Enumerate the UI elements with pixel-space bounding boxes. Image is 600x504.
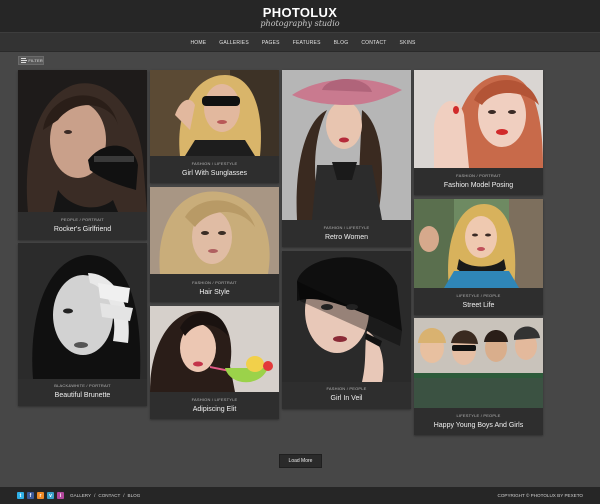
item-category: FASHION / PORTRAIT [192,280,237,285]
nav-item-home[interactable]: HOME [190,40,206,46]
footer-link-contact[interactable]: CONTACT [98,493,120,498]
photo-hair-style [150,187,279,274]
vimeo-icon[interactable]: v [47,492,54,499]
load-more-button[interactable]: Load More [279,454,322,468]
photo-happy-young-boys-and-girls [414,318,543,408]
nav-item-galleries[interactable]: GALLERIES [219,40,249,46]
item-title[interactable]: Girl In Veil [282,395,411,402]
item-title[interactable]: Retro Women [282,234,411,241]
footer-separator: / [123,493,125,498]
item-category: FASHION / PEOPLE [326,386,367,391]
photo-street-life [414,199,543,288]
item-title[interactable]: Girl With Sunglasses [150,170,279,177]
photo-rockers-girlfriend [18,70,147,212]
item-title[interactable]: Street Life [414,302,543,309]
rss-icon[interactable]: r [37,492,44,499]
gallery-item[interactable]: PEOPLE / PORTRAIT Rocker's Girlfriend [18,70,147,240]
item-category: PEOPLE / PORTRAIT [61,217,104,222]
item-category: FASHION / LIFESTYLE [323,225,370,230]
footer-link-gallery[interactable]: GALLERY [70,493,91,498]
photo-girl-with-sunglasses [150,70,279,156]
nav-item-blog[interactable]: BLOG [334,40,349,46]
photo-retro-women [282,70,411,220]
gallery-item[interactable]: FASHION / PORTRAIT Fashion Model Posing [414,70,543,195]
instagram-icon[interactable]: i [57,492,64,499]
item-category: LIFESTYLE / PEOPLE [456,413,501,418]
filter-list-icon [21,58,28,63]
item-title[interactable]: Fashion Model Posing [414,182,543,189]
filter-button[interactable]: FILTER [18,56,44,65]
item-title[interactable]: Rocker's Girlfriend [18,226,147,233]
item-category: LIFESTYLE / PEOPLE [456,293,501,298]
copyright-text: COPYRIGHT © PHOTOLUX BY PEXETO [497,493,584,498]
item-title[interactable]: Beautiful Brunette [18,392,147,399]
nav-item-pages[interactable]: PAGES [262,40,280,46]
social-icons: t f r v i [17,492,64,499]
item-category: FASHION / PORTRAIT [456,173,501,178]
logo-title[interactable]: PHOTOLUX [0,5,600,20]
gallery-item[interactable]: LIFESTYLE / PEOPLE Happy Young Boys And … [414,318,543,435]
gallery-item[interactable]: BLACK&WHITE / PORTRAIT Beautiful Brunett… [18,243,147,406]
gallery-item[interactable]: FASHION / PEOPLE Girl In Veil [282,251,411,409]
gallery-item[interactable]: FASHION / LIFESTYLE Girl With Sunglasses [150,70,279,183]
photo-fashion-model-posing [414,70,543,168]
photo-girl-in-veil [282,251,411,382]
gallery-item[interactable]: LIFESTYLE / PEOPLE Street Life [414,199,543,315]
footer-bar: t f r v i GALLERY / CONTACT / BLOG COPYR… [0,487,600,504]
item-category: FASHION / LIFESTYLE [191,397,238,402]
filter-label: FILTER [28,58,43,63]
item-title[interactable]: Adipiscing Elit [150,406,279,413]
nav-item-features[interactable]: FEATURES [293,40,321,46]
photo-beautiful-brunette [18,243,147,379]
gallery-item[interactable]: FASHION / PORTRAIT Hair Style [150,187,279,302]
gallery-item[interactable]: FASHION / LIFESTYLE Adipiscing Elit [150,306,279,419]
item-category: FASHION / LIFESTYLE [191,161,238,166]
nav-item-contact[interactable]: CONTACT [361,40,386,46]
nav-item-skins[interactable]: SKINS [400,40,416,46]
header-bar: PHOTOLUX photography studio [0,0,600,32]
footer-links: GALLERY / CONTACT / BLOG [70,493,140,498]
item-title[interactable]: Hair Style [150,289,279,296]
main-navigation: HOME GALLERIES PAGES FEATURES BLOG CONTA… [0,32,600,52]
footer-link-blog[interactable]: BLOG [128,493,141,498]
twitter-icon[interactable]: t [17,492,24,499]
item-category: BLACK&WHITE / PORTRAIT [54,383,111,388]
gallery-item[interactable]: FASHION / LIFESTYLE Retro Women [282,70,411,247]
photo-adipiscing-elit [150,306,279,392]
facebook-icon[interactable]: f [27,492,34,499]
footer-separator: / [94,493,96,498]
logo-subtitle: photography studio [260,19,340,28]
item-title[interactable]: Happy Young Boys And Girls [414,422,543,429]
